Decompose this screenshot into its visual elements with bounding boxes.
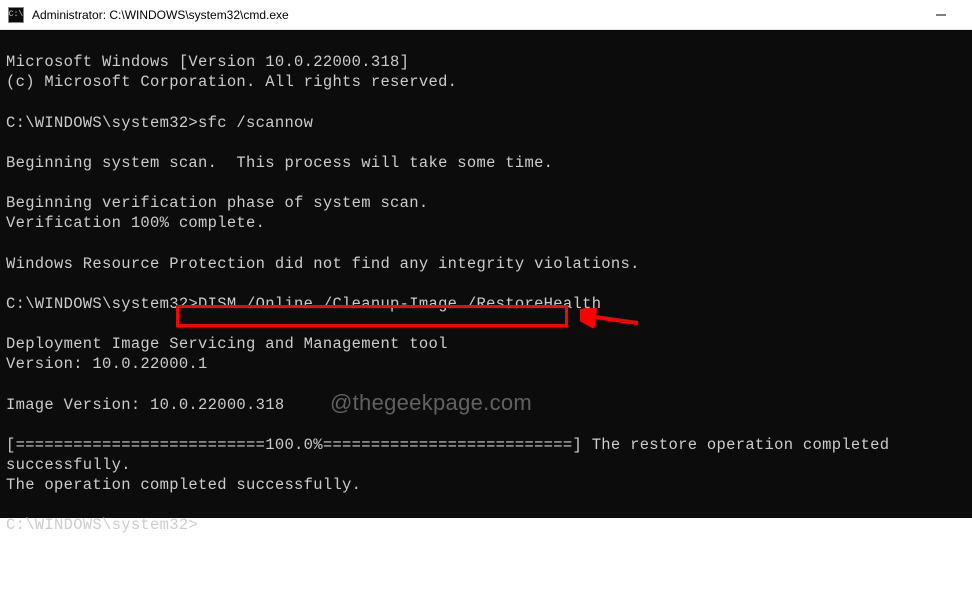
prompt-path: C:\WINDOWS\system32>: [6, 516, 198, 534]
os-version-line: Microsoft Windows [Version 10.0.22000.31…: [6, 53, 409, 71]
no-violations-line: Windows Resource Protection did not find…: [6, 255, 640, 273]
cmd-icon: C:\: [8, 7, 24, 23]
prompt-path: C:\WINDOWS\system32>: [6, 295, 198, 313]
minimize-button[interactable]: [918, 0, 964, 30]
dism-version-line: Version: 10.0.22000.1: [6, 355, 208, 373]
prompt-path: C:\WINDOWS\system32>: [6, 114, 198, 132]
copyright-line: (c) Microsoft Corporation. All rights re…: [6, 73, 457, 91]
window-title: Administrator: C:\WINDOWS\system32\cmd.e…: [32, 8, 918, 22]
scan-begin-line: Beginning system scan. This process will…: [6, 154, 553, 172]
window-controls: [918, 0, 964, 30]
operation-complete-line: The operation completed successfully.: [6, 476, 361, 494]
image-version-line: Image Version: 10.0.22000.318: [6, 396, 284, 414]
title-bar: C:\ Administrator: C:\WINDOWS\system32\c…: [0, 0, 972, 30]
verify-complete-line: Verification 100% complete.: [6, 214, 265, 232]
dism-tool-line: Deployment Image Servicing and Managemen…: [6, 335, 448, 353]
prompt-command-highlight: DISM /Online /Cleanup-Image /RestoreHeal…: [198, 295, 601, 313]
prompt-command: sfc /scannow: [198, 114, 313, 132]
watermark: @thegeekpage.com: [330, 389, 532, 418]
progress-bar-line: [==========================100.0%=======…: [6, 436, 899, 474]
verify-begin-line: Beginning verification phase of system s…: [6, 194, 428, 212]
terminal-body[interactable]: Microsoft Windows [Version 10.0.22000.31…: [0, 30, 972, 518]
